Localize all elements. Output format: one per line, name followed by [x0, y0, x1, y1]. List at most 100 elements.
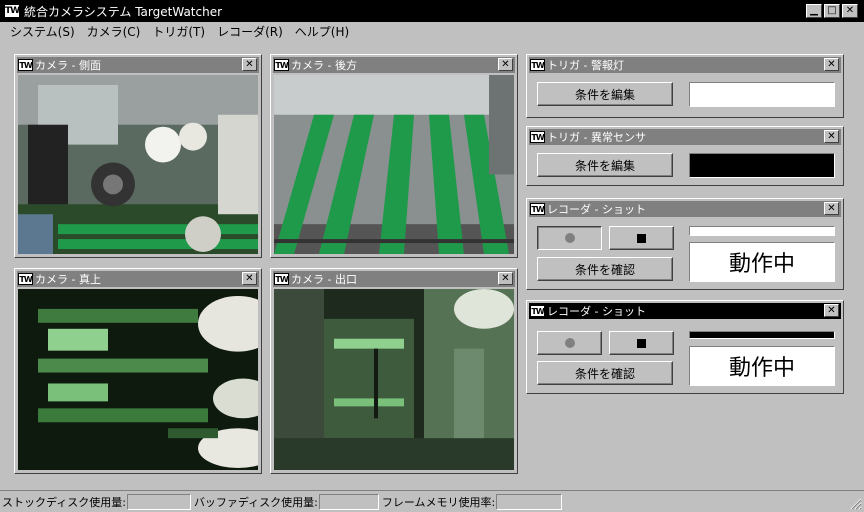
- recorder-panel-title-bar[interactable]: TW レコーダ - ショット ✕: [529, 201, 841, 217]
- panel-close-button[interactable]: ✕: [824, 202, 839, 215]
- close-button[interactable]: ✕: [842, 4, 858, 18]
- camera-image-top: [18, 289, 258, 470]
- recorder-status: 動作中: [689, 242, 835, 282]
- minimize-icon: ▁: [810, 5, 818, 16]
- recorder-title: レコーダ - ショット: [547, 203, 646, 216]
- stock-disk-value: [126, 493, 191, 510]
- stop-button[interactable]: [609, 331, 674, 355]
- camera-image-side: [18, 75, 258, 254]
- recorder-panel-shot-2: TW レコーダ - ショット ✕ 条件を確認 動作中: [526, 300, 844, 394]
- panel-logo-icon: TW: [530, 203, 545, 215]
- buffer-disk-label: バッファディスク使用量:: [193, 495, 318, 509]
- trigger-panel-warning-light: TW トリガ - 警報灯 ✕ 条件を編集: [526, 54, 844, 118]
- menu-camera[interactable]: カメラ(C): [81, 23, 147, 40]
- camera-panel-top: TW カメラ - 真上 ✕: [14, 268, 262, 474]
- stock-disk-usage: ストックディスク使用量:: [2, 493, 191, 511]
- camera-title: カメラ - 後方: [291, 59, 357, 72]
- trigger-title: トリガ - 警報灯: [547, 59, 624, 72]
- record-icon: [564, 338, 575, 348]
- panel-logo-icon: TW: [274, 273, 289, 285]
- frame-memory-label: フレームメモリ使用率:: [381, 495, 496, 509]
- panel-logo-icon: TW: [530, 305, 545, 317]
- menu-trigger[interactable]: トリガ(T): [146, 23, 211, 40]
- resize-grip-icon[interactable]: [850, 498, 862, 510]
- menu-recorder[interactable]: レコーダ(R): [211, 23, 289, 40]
- close-icon: ✕: [827, 304, 836, 316]
- trigger-panel-anomaly-sensor: TW トリガ - 異常センサ ✕ 条件を編集: [526, 126, 844, 186]
- recorder-indicator: [689, 226, 835, 236]
- panel-close-button[interactable]: ✕: [242, 272, 257, 285]
- menu-help[interactable]: ヘルプ(H): [289, 23, 355, 40]
- maximize-button[interactable]: □: [824, 4, 840, 18]
- close-icon: ✕: [845, 5, 855, 16]
- camera-panel-title-bar[interactable]: TW カメラ - 側面 ✕: [17, 57, 259, 73]
- stop-button[interactable]: [609, 226, 674, 250]
- camera-feed-rear[interactable]: [274, 75, 514, 254]
- trigger-indicator: [689, 82, 835, 107]
- panel-close-button[interactable]: ✕: [242, 58, 257, 71]
- app-logo-icon: TW: [4, 4, 20, 18]
- camera-feed-top[interactable]: [18, 289, 258, 470]
- record-button[interactable]: [537, 226, 602, 250]
- minimize-button[interactable]: ▁: [806, 4, 822, 18]
- close-icon: ✕: [501, 58, 510, 70]
- recorder-title: レコーダ - ショット: [547, 305, 646, 318]
- camera-title: カメラ - 側面: [35, 59, 101, 72]
- trigger-panel-title-bar[interactable]: TW トリガ - 警報灯 ✕: [529, 57, 841, 73]
- camera-feed-exit[interactable]: [274, 289, 514, 470]
- check-condition-button[interactable]: 条件を確認: [537, 257, 673, 281]
- trigger-title: トリガ - 異常センサ: [547, 131, 646, 144]
- panel-close-button[interactable]: ✕: [824, 304, 839, 317]
- frame-memory-value: [496, 493, 563, 510]
- camera-panel-title-bar[interactable]: TW カメラ - 後方 ✕: [273, 57, 515, 73]
- recorder-panel-title-bar[interactable]: TW レコーダ - ショット ✕: [529, 303, 841, 319]
- edit-condition-button[interactable]: 条件を編集: [537, 153, 673, 177]
- stop-icon: [637, 338, 646, 348]
- record-button[interactable]: [537, 331, 602, 355]
- menu-system[interactable]: システム(S): [4, 23, 81, 40]
- camera-panel-exit: TW カメラ - 出口 ✕: [270, 268, 518, 474]
- panel-logo-icon: TW: [18, 59, 33, 71]
- stock-disk-label: ストックディスク使用量:: [2, 495, 126, 509]
- close-icon: ✕: [827, 58, 836, 70]
- buffer-disk-usage: バッファディスク使用量:: [194, 493, 379, 511]
- close-icon: ✕: [245, 58, 254, 70]
- camera-feed-side[interactable]: [18, 75, 258, 254]
- menu-bar: システム(S) カメラ(C) トリガ(T) レコーダ(R) ヘルプ(H): [0, 22, 864, 40]
- camera-image-exit: [274, 289, 514, 470]
- recorder-status: 動作中: [689, 346, 835, 386]
- recorder-indicator: [689, 331, 835, 339]
- title-bar[interactable]: TW 統合カメラシステム TargetWatcher ▁ □ ✕: [0, 0, 864, 22]
- trigger-indicator: [689, 153, 835, 178]
- record-icon: [564, 233, 575, 243]
- camera-panel-title-bar[interactable]: TW カメラ - 出口 ✕: [273, 271, 515, 287]
- panel-close-button[interactable]: ✕: [824, 130, 839, 143]
- panel-logo-icon: TW: [274, 59, 289, 71]
- camera-panel-side: TW カメラ - 側面 ✕: [14, 54, 262, 258]
- maximize-icon: □: [827, 5, 837, 16]
- close-icon: ✕: [501, 272, 510, 284]
- camera-panel-rear: TW カメラ - 後方 ✕: [270, 54, 518, 258]
- app-title: 統合カメラシステム TargetWatcher: [24, 4, 223, 19]
- check-condition-button[interactable]: 条件を確認: [537, 361, 673, 385]
- panel-close-button[interactable]: ✕: [498, 58, 513, 71]
- camera-image-rear: [274, 75, 514, 254]
- buffer-disk-value: [318, 493, 379, 510]
- status-bar: ストックディスク使用量: バッファディスク使用量: フレームメモリ使用率:: [0, 490, 864, 512]
- edit-condition-button[interactable]: 条件を編集: [537, 82, 673, 106]
- recorder-panel-shot-1: TW レコーダ - ショット ✕ 条件を確認 動作中: [526, 198, 844, 290]
- stop-icon: [637, 233, 646, 243]
- camera-panel-title-bar[interactable]: TW カメラ - 真上 ✕: [17, 271, 259, 287]
- panel-close-button[interactable]: ✕: [824, 58, 839, 71]
- panel-logo-icon: TW: [18, 273, 33, 285]
- frame-memory-usage: フレームメモリ使用率:: [381, 493, 563, 511]
- close-icon: ✕: [827, 130, 836, 142]
- panel-close-button[interactable]: ✕: [498, 272, 513, 285]
- camera-title: カメラ - 出口: [291, 273, 357, 286]
- panel-logo-icon: TW: [530, 131, 545, 143]
- close-icon: ✕: [245, 272, 254, 284]
- trigger-panel-title-bar[interactable]: TW トリガ - 異常センサ ✕: [529, 129, 841, 145]
- close-icon: ✕: [827, 202, 836, 214]
- camera-title: カメラ - 真上: [35, 273, 101, 286]
- panel-logo-icon: TW: [530, 59, 545, 71]
